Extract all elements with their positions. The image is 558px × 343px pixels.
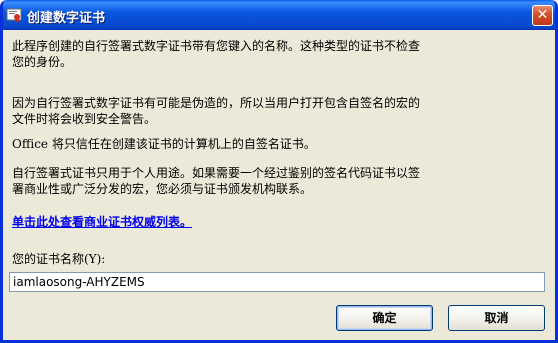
warning-paragraph: 因为自行签署式数字证书有可能是伪造的，所以当用户打开包含自签名的宏的 文件时将会… <box>12 96 421 126</box>
close-button[interactable]: ✕ <box>532 5 553 26</box>
intro-paragraph: 此程序创建的自行签署式数字证书带有您键入的名称。这种类型的证书不检查 您的身份。 <box>12 39 421 69</box>
dialog-title: 创建数字证书 <box>27 11 106 26</box>
close-icon: ✕ <box>536 7 549 23</box>
ok-button[interactable]: 确定 <box>336 305 433 331</box>
certificate-icon <box>6 8 22 23</box>
cancel-button[interactable]: 取消 <box>448 305 545 331</box>
usage-paragraph: 自行签署式证书只用于个人用途。如果需要一个经过鉴别的签名代码证书以签 署商业性或… <box>12 166 421 196</box>
certificate-name-label: 您的证书名称(Y): <box>12 252 106 266</box>
certificate-name-input[interactable] <box>9 272 545 292</box>
commercial-ca-list-link[interactable]: 单击此处查看商业证书权威列表。 <box>12 214 192 230</box>
title-bar[interactable]: 创建数字证书 ✕ <box>3 0 555 30</box>
trust-paragraph: Office 将只信任在创建该证书的计算机上的自签名证书。 <box>12 137 316 151</box>
